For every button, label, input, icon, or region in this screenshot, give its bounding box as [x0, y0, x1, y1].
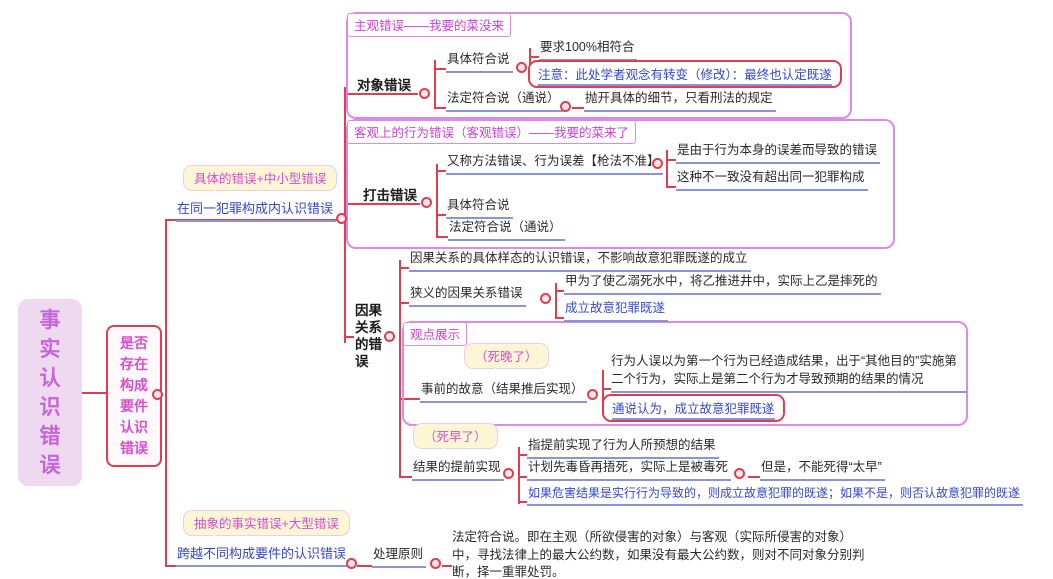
node-strike-concrete[interactable]: 具体符合说 — [446, 198, 513, 219]
boundary-title-viewpoint[interactable]: 观点展示 — [403, 322, 468, 346]
node-causation-general[interactable]: 因果关系的具体样态的认识错误，不影响故意犯罪既遂的成立 — [409, 251, 751, 272]
collapse-handle[interactable] — [421, 197, 432, 208]
collapse-handle[interactable] — [346, 558, 357, 569]
boundary-title-subjective[interactable]: 主观错误——我要的菜没来 — [347, 13, 512, 37]
node-advance-intent[interactable]: 事前的故意（结果推后实现） — [420, 382, 587, 403]
connector-line — [399, 476, 412, 478]
node-principle-detail[interactable]: 法定符合说。即在主观（所欲侵害的对象）与客观（实际所侵害的对象）中，寻找法律上的… — [452, 529, 876, 579]
root-topic-label: 事实认识错误 — [39, 308, 61, 477]
node-handling-principle[interactable]: 处理原则 — [372, 547, 427, 568]
collapse-handle[interactable] — [336, 213, 347, 224]
node-advance-conclusion[interactable]: 通说认为，成立故意犯罪既遂 — [602, 394, 785, 422]
node-narrow-example[interactable]: 甲为了使乙溺死水中，将乙推进井中，实际上乙是摔死的 — [564, 274, 881, 295]
level2-topic-label: 是否存在构成要件认识错误 — [120, 335, 148, 456]
node-early-example[interactable]: 计划先毒昏再捂死，实际上是被毒死 — [527, 460, 732, 481]
node-early-result[interactable]: 结果的提前实现 — [412, 460, 504, 481]
connector-line — [165, 219, 167, 567]
connector-line — [82, 392, 106, 394]
connector-line — [555, 283, 557, 319]
callout-died-late[interactable]: （死晚了） — [464, 343, 549, 371]
node-early-but[interactable]: 但是，不能死得“太早” — [760, 460, 885, 481]
collapse-handle[interactable] — [419, 88, 430, 99]
callout-abstract-error[interactable]: 抽象的事实错误+大型错误 — [183, 510, 350, 538]
node-early-rule[interactable]: 如果危害结果是实行行为导致的，则成立故意犯罪的既遂；如果不是，则否认故意犯罪的既… — [527, 486, 1024, 506]
node-strike-legal[interactable]: 法定符合说（通说） — [448, 220, 565, 241]
collapse-handle[interactable] — [516, 62, 527, 73]
node-causation-error[interactable]: 因果关系的错误 — [355, 302, 386, 370]
node-100-percent[interactable]: 要求100%相符合 — [539, 40, 638, 61]
node-narrow-conclusion[interactable]: 成立故意犯罪既遂 — [564, 301, 669, 322]
connector-line — [518, 454, 527, 456]
node-strike-error[interactable]: 打击错误 — [363, 188, 417, 205]
collapse-handle[interactable] — [540, 293, 551, 304]
node-cross-constitution[interactable]: 跨越不同构成要件的认识错误 — [176, 546, 350, 568]
connector-line — [555, 317, 564, 319]
node-alias-scope[interactable]: 这种不一致没有超出同一犯罪构成 — [676, 170, 868, 191]
collapse-handle[interactable] — [152, 389, 163, 400]
callout-concrete-error[interactable]: 具体的错误+中小型错误 — [183, 165, 338, 193]
node-concrete-theory[interactable]: 具体符合说 — [446, 52, 513, 73]
collapse-handle[interactable] — [652, 158, 663, 169]
connector-line — [399, 302, 409, 304]
collapse-handle[interactable] — [430, 558, 441, 569]
advance-conclusion-text: 通说认为，成立故意犯罪既遂 — [612, 402, 775, 420]
boundary-title-objective[interactable]: 客观上的行为错误（客观错误）——我要的菜来了 — [347, 120, 637, 144]
connector-line — [357, 565, 372, 567]
root-topic[interactable]: 事实认识错误 — [18, 299, 82, 486]
mindmap-canvas: 主观错误——我要的菜没来 客观上的行为错误（客观错误）——我要的菜来了 观点展示… — [0, 0, 1053, 579]
node-narrow-causation[interactable]: 狭义的因果关系错误 — [409, 286, 526, 307]
node-same-constitution[interactable]: 在同一犯罪构成内认识错误 — [176, 201, 337, 223]
node-early-def[interactable]: 指提前实现了行为人所预想的结果 — [527, 438, 719, 459]
node-note-change[interactable]: 注意：此处学者观念有转变（修改）：最终也认定既遂 — [528, 60, 842, 88]
connector-line — [442, 565, 452, 567]
node-alias-cause[interactable]: 是由于行为本身的误差而导致的错误 — [676, 143, 881, 164]
connector-line — [555, 290, 564, 292]
collapse-handle[interactable] — [503, 468, 514, 479]
callout-died-early[interactable]: （死早了） — [413, 423, 498, 451]
collapse-handle[interactable] — [560, 101, 571, 112]
collapse-handle[interactable] — [587, 389, 598, 400]
note-change-text: 注意：此处学者观念有转变（修改）：最终也认定既遂 — [538, 68, 832, 86]
node-object-error[interactable]: 对象错误 — [357, 78, 411, 95]
connector-line — [399, 260, 401, 478]
connector-line — [344, 336, 354, 338]
collapse-handle[interactable] — [384, 331, 395, 342]
connector-line — [748, 476, 760, 478]
connector-line — [399, 267, 409, 269]
node-legal-detail[interactable]: 抛开具体的细节，只看刑法的规定 — [584, 91, 776, 112]
connector-line — [518, 501, 527, 503]
connector-line — [518, 476, 527, 478]
node-advance-desc[interactable]: 行为人误以为第一个行为已经造成结果，出于“其他目的”实施第二个行为，实际上是第二… — [611, 353, 967, 393]
node-strike-alias[interactable]: 又称方法错误、行为误差【枪法不准】 — [446, 154, 663, 175]
collapse-handle[interactable] — [734, 468, 745, 479]
node-legal-theory[interactable]: 法定符合说（通说） — [446, 91, 563, 112]
